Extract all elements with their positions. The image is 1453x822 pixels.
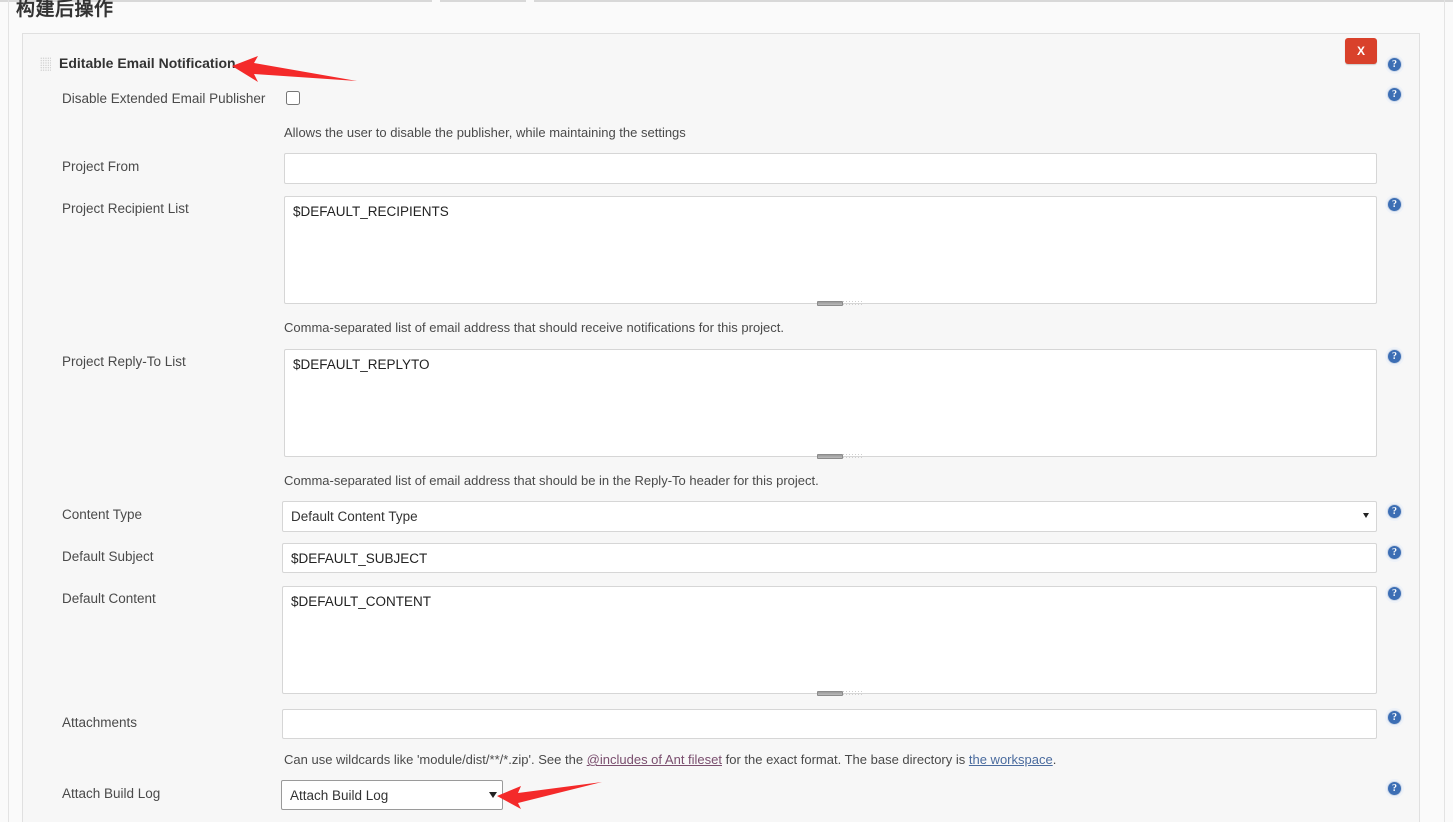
help-icon-attach-build-log[interactable]: ? (1387, 781, 1402, 796)
recipient-resize-grip[interactable] (817, 301, 843, 306)
attachments-input[interactable] (282, 709, 1377, 739)
default-content-textarea[interactable]: $DEFAULT_CONTENT (282, 586, 1377, 694)
panel-title: Editable Email Notification (59, 55, 236, 71)
label-project-from: Project From (62, 159, 140, 174)
default-subject-input[interactable] (282, 543, 1377, 573)
page-frame-right-border (1444, 0, 1445, 822)
drag-handle-icon[interactable] (40, 57, 51, 71)
post-build-actions-page: 构建后操作 Editable Email Notification X ? ? … (0, 0, 1453, 822)
project-recipient-list-textarea[interactable]: $DEFAULT_RECIPIENTS (284, 196, 1377, 304)
reply-to-resize-grip[interactable] (817, 454, 843, 459)
label-default-content: Default Content (62, 591, 156, 606)
project-from-input[interactable] (284, 153, 1377, 184)
helptext-disable-publisher: Allows the user to disable the publisher… (284, 125, 686, 140)
tab-separator-2 (440, 0, 526, 2)
label-attach-build-log: Attach Build Log (62, 786, 161, 801)
content-type-select[interactable]: Default Content Type (282, 501, 1377, 532)
label-disable-publisher: Disable Extended Email Publisher (62, 91, 266, 106)
help-icon-recipient-list[interactable]: ? (1387, 197, 1402, 212)
default-content-resize-grip[interactable] (817, 691, 843, 696)
ant-fileset-link[interactable]: @includes of Ant fileset (587, 752, 722, 767)
help-icon-panel[interactable]: ? (1387, 57, 1402, 72)
helptext-project-reply-to-list: Comma-separated list of email address th… (284, 473, 819, 488)
project-reply-to-list-textarea[interactable]: $DEFAULT_REPLYTO (284, 349, 1377, 457)
label-project-recipient-list: Project Recipient List (62, 201, 189, 216)
label-project-reply-to-list: Project Reply-To List (62, 354, 186, 369)
tab-separator-3 (534, 0, 1453, 2)
help-icon-content-type[interactable]: ? (1387, 504, 1402, 519)
helptext-attachments-prefix: Can use wildcards like 'module/dist/**/*… (284, 752, 587, 767)
help-icon-default-subject[interactable]: ? (1387, 545, 1402, 560)
help-icon-disable-publisher[interactable]: ? (1387, 87, 1402, 102)
helptext-attachments: Can use wildcards like 'module/dist/**/*… (284, 752, 1056, 767)
helptext-project-recipient-list: Comma-separated list of email address th… (284, 320, 785, 335)
helptext-attachments-mid: for the exact format. The base directory… (722, 752, 969, 767)
disable-publisher-checkbox[interactable] (286, 91, 300, 105)
workspace-link[interactable]: the workspace (969, 752, 1053, 767)
page-frame-left-border (8, 0, 9, 822)
label-default-subject: Default Subject (62, 549, 154, 564)
tab-strip (0, 0, 1453, 2)
help-icon-reply-to-list[interactable]: ? (1387, 349, 1402, 364)
close-button[interactable]: X (1345, 38, 1377, 64)
page-title: 构建后操作 (16, 0, 114, 20)
label-attachments: Attachments (62, 715, 138, 730)
help-icon-attachments[interactable]: ? (1387, 710, 1402, 725)
help-icon-default-content[interactable]: ? (1387, 586, 1402, 601)
helptext-attachments-suffix: . (1052, 752, 1057, 767)
attach-build-log-select[interactable]: Attach Build Log (281, 780, 503, 810)
label-content-type: Content Type (62, 507, 143, 522)
